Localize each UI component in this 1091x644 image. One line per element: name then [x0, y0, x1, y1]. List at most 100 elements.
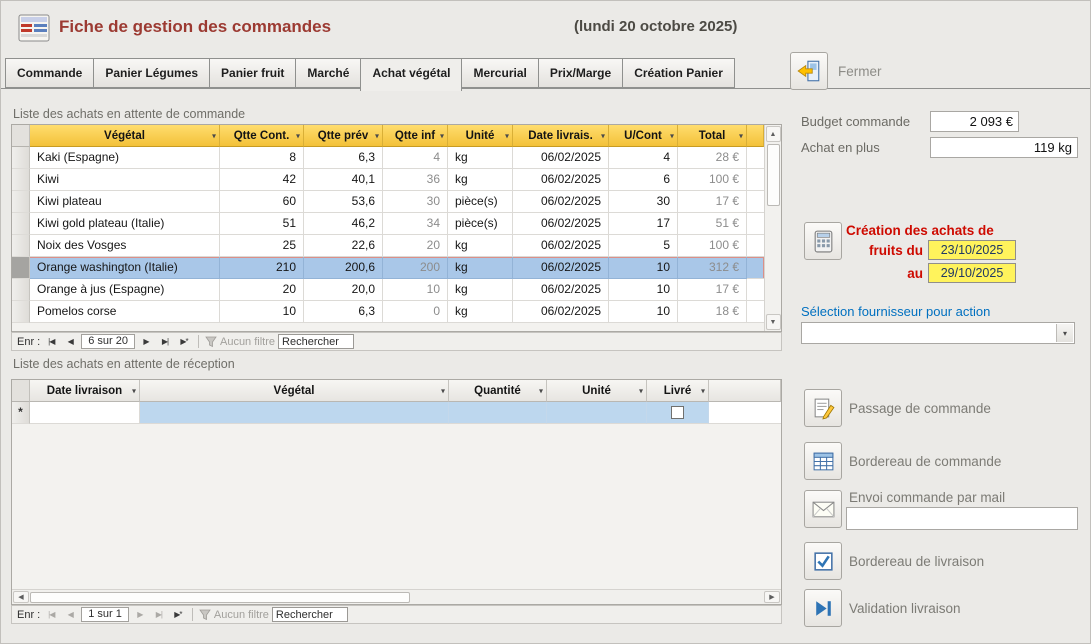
table-cell[interactable]: 06/02/2025 — [513, 279, 609, 301]
table-cell[interactable]: 0 — [383, 301, 448, 323]
scroll-down-icon[interactable]: ▼ — [766, 314, 781, 330]
column-dropdown-icon[interactable]: ▾ — [441, 386, 445, 395]
table-cell[interactable]: 53,6 — [304, 191, 383, 213]
table-cell[interactable]: 17 € — [678, 191, 747, 213]
column-dropdown-icon[interactable]: ▾ — [505, 131, 509, 140]
column-header[interactable]: Quantité▾ — [449, 380, 547, 402]
table-cell[interactable]: 312 € — [678, 257, 747, 279]
column-dropdown-icon[interactable]: ▾ — [440, 131, 444, 140]
previous-record-button[interactable]: ◀ — [62, 334, 78, 349]
table-row[interactable]: Kiwi gold plateau (Italie)5146,234pièce(… — [12, 213, 764, 235]
row-selector[interactable] — [12, 301, 30, 323]
table-cell[interactable]: 30 — [383, 191, 448, 213]
tab-mercurial[interactable]: Mercurial — [461, 58, 538, 88]
new-record-button[interactable]: ▶* — [170, 607, 186, 622]
envoi-mail-button[interactable] — [804, 490, 842, 528]
validation-livraison-button[interactable] — [804, 589, 842, 627]
column-dropdown-icon[interactable]: ▾ — [639, 386, 643, 395]
table-cell[interactable]: 06/02/2025 — [513, 191, 609, 213]
date-from-field[interactable]: 23/10/2025 — [928, 240, 1016, 260]
column-dropdown-icon[interactable]: ▾ — [670, 131, 674, 140]
tab-achat-vegetal[interactable]: Achat végétal — [360, 58, 462, 91]
table-cell[interactable]: 6,3 — [304, 147, 383, 169]
table-row[interactable]: Orange à jus (Espagne)2020,010kg06/02/20… — [12, 279, 764, 301]
table-cell[interactable]: kg — [448, 301, 513, 323]
table-cell[interactable]: Kiwi — [30, 169, 220, 191]
budget-value-field[interactable]: 2 093 € — [930, 111, 1019, 132]
table-cell[interactable]: Orange à jus (Espagne) — [30, 279, 220, 301]
last-record-button[interactable]: ▶| — [157, 334, 173, 349]
tab-panier-legumes[interactable]: Panier Légumes — [93, 58, 210, 88]
table-cell[interactable]: Kaki (Espagne) — [30, 147, 220, 169]
orders-vertical-scrollbar[interactable]: ▲ ▼ — [764, 125, 781, 331]
column-header[interactable]: Unité▾ — [448, 125, 513, 147]
row-selector[interactable] — [12, 147, 30, 169]
table-cell[interactable]: 4 — [609, 147, 678, 169]
table-cell[interactable]: kg — [448, 235, 513, 257]
column-header[interactable]: Végétal▾ — [30, 125, 220, 147]
table-cell[interactable]: 51 — [220, 213, 304, 235]
table-cell[interactable]: kg — [448, 279, 513, 301]
table-cell[interactable]: 51 € — [678, 213, 747, 235]
table-cell[interactable] — [30, 402, 140, 424]
table-cell[interactable]: 06/02/2025 — [513, 301, 609, 323]
column-dropdown-icon[interactable]: ▾ — [539, 386, 543, 395]
record-position[interactable]: 1 sur 1 — [81, 607, 129, 622]
column-header[interactable]: Végétal▾ — [140, 380, 449, 402]
table-cell[interactable] — [140, 402, 449, 424]
column-header[interactable]: U/Cont▾ — [609, 125, 678, 147]
reception-search-input[interactable] — [272, 607, 348, 622]
table-cell[interactable]: Kiwi plateau — [30, 191, 220, 213]
table-cell[interactable]: 4 — [383, 147, 448, 169]
table-cell[interactable]: 60 — [220, 191, 304, 213]
new-record-row[interactable]: * — [12, 402, 781, 424]
extra-purchase-value-field[interactable]: 119 kg — [930, 137, 1078, 158]
table-cell[interactable]: 10 — [220, 301, 304, 323]
column-header[interactable]: Livré▾ — [647, 380, 709, 402]
row-selector[interactable] — [12, 169, 30, 191]
scrollbar-thumb[interactable] — [767, 144, 780, 206]
column-header[interactable]: Unité▾ — [547, 380, 647, 402]
row-selector[interactable] — [12, 235, 30, 257]
table-cell[interactable]: Noix des Vosges — [30, 235, 220, 257]
table-cell[interactable]: kg — [448, 169, 513, 191]
scroll-up-icon[interactable]: ▲ — [766, 126, 781, 142]
table-cell[interactable]: 06/02/2025 — [513, 213, 609, 235]
column-header[interactable]: Date livrais.▾ — [513, 125, 609, 147]
table-cell[interactable]: kg — [448, 147, 513, 169]
previous-record-button[interactable]: ◀ — [62, 607, 78, 622]
table-cell[interactable]: 210 — [220, 257, 304, 279]
column-header[interactable]: Qtte Cont.▾ — [220, 125, 304, 147]
table-row[interactable]: Kiwi plateau6053,630pièce(s)06/02/202530… — [12, 191, 764, 213]
column-header[interactable]: Date livraison▾ — [30, 380, 140, 402]
table-cell[interactable]: 100 € — [678, 169, 747, 191]
table-row[interactable]: Noix des Vosges2522,620kg06/02/20255100 … — [12, 235, 764, 257]
table-cell[interactable]: 8 — [220, 147, 304, 169]
row-selector[interactable] — [12, 257, 30, 279]
column-dropdown-icon[interactable]: ▾ — [739, 131, 743, 140]
table-cell[interactable]: 46,2 — [304, 213, 383, 235]
combo-dropdown-icon[interactable]: ▾ — [1056, 324, 1073, 342]
table-cell[interactable]: Orange washington (Italie) — [30, 257, 220, 279]
record-position[interactable]: 6 sur 20 — [81, 334, 135, 349]
bordereau-commande-button[interactable] — [804, 442, 842, 480]
next-record-button[interactable]: ▶ — [138, 334, 154, 349]
table-row[interactable]: Pomelos corse106,30kg06/02/20251018 € — [12, 301, 764, 323]
table-cell[interactable]: Pomelos corse — [30, 301, 220, 323]
date-to-field[interactable]: 29/10/2025 — [928, 263, 1016, 283]
table-cell[interactable]: 06/02/2025 — [513, 257, 609, 279]
fermer-button[interactable] — [790, 52, 828, 90]
table-cell[interactable]: 40,1 — [304, 169, 383, 191]
scroll-left-icon[interactable]: ◀ — [13, 591, 29, 603]
next-record-button[interactable]: ▶ — [132, 607, 148, 622]
table-row[interactable]: Kaki (Espagne)86,34kg06/02/2025428 € — [12, 147, 764, 169]
table-cell[interactable]: 10 — [609, 301, 678, 323]
first-record-button[interactable]: |◀ — [43, 334, 59, 349]
passage-commande-button[interactable] — [804, 389, 842, 427]
tab-panier-fruit[interactable]: Panier fruit — [209, 58, 296, 88]
table-cell[interactable] — [449, 402, 547, 424]
filter-status-button[interactable]: Aucun filtre — [205, 336, 275, 348]
reception-horizontal-scrollbar[interactable]: ◀ ▶ — [12, 589, 781, 604]
row-selector[interactable] — [12, 279, 30, 301]
new-record-button[interactable]: ▶* — [176, 334, 192, 349]
